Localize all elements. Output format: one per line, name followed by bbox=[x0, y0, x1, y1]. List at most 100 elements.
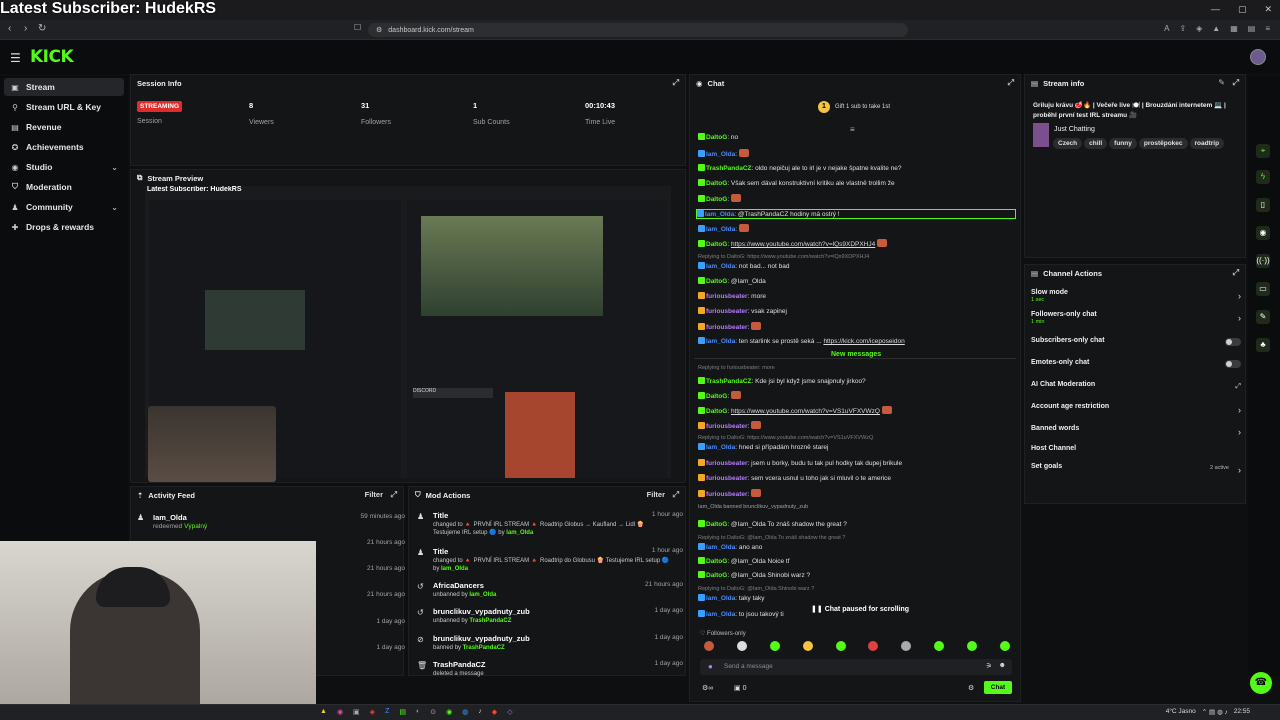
toggle-switch[interactable] bbox=[1225, 360, 1241, 368]
popout-icon[interactable]: ⤢ bbox=[1008, 78, 1014, 88]
emote-icon[interactable] bbox=[901, 641, 912, 651]
stream-tag[interactable]: roadtrip bbox=[1189, 138, 1225, 149]
taskbar-app-icon[interactable]: Z bbox=[385, 708, 389, 716]
chat-username[interactable]: Iam_Olda bbox=[706, 444, 735, 451]
dock-chat-icon[interactable]: ◉ bbox=[1256, 226, 1270, 240]
chat-username[interactable]: furiousbeater bbox=[706, 324, 748, 331]
channel-action-set-goals[interactable]: Set goals 2 active › bbox=[1031, 463, 1241, 481]
chat-message[interactable]: DaltoG: Však sem dával konstruktivní kri… bbox=[698, 179, 1016, 187]
chat-link[interactable]: https://www.youtube.com/watch?v=VS1uVFXV… bbox=[731, 408, 880, 415]
popout-icon[interactable]: ⤢ bbox=[391, 490, 397, 500]
rewards-icon[interactable]: ▲ bbox=[1212, 24, 1220, 33]
smiley-icon[interactable]: ☻ bbox=[999, 662, 1006, 669]
extensions-icon[interactable]: ▦ bbox=[1230, 24, 1238, 33]
sidebar-item-achievements[interactable]: ✪ Achievements bbox=[4, 138, 124, 156]
chat-message[interactable]: TrashPandaCZ: Kde jsi byl když jsme snaj… bbox=[698, 377, 1016, 385]
filter-button[interactable]: Filter bbox=[365, 490, 383, 499]
emote-icon[interactable] bbox=[736, 641, 747, 651]
chat-username[interactable]: DaltoG bbox=[706, 134, 727, 141]
chat-message[interactable]: furiousbeater: bbox=[698, 489, 1016, 498]
bookmark-icon[interactable]: ☐ bbox=[354, 23, 361, 32]
close-icon[interactable]: ✕ bbox=[1264, 4, 1272, 15]
chat-message[interactable]: DaltoG: bbox=[698, 194, 1016, 203]
sidebar-item-stream[interactable]: ▣ Stream bbox=[4, 78, 124, 96]
maximize-icon[interactable]: ▢ bbox=[1238, 4, 1247, 15]
dock-camera-icon[interactable]: ⌖ bbox=[1256, 144, 1270, 158]
wallet-icon[interactable]: ▤ bbox=[1248, 24, 1256, 33]
channel-action-ai-chat-moderation[interactable]: AI Chat Moderation ⤢ bbox=[1031, 381, 1241, 399]
clock-text[interactable]: 22:55 bbox=[1234, 708, 1250, 716]
chat-message[interactable]: furiousbeater: bbox=[698, 322, 1016, 331]
taskbar-app-icon[interactable]: ◇ bbox=[507, 708, 512, 716]
taskbar-app-icon[interactable]: ▲ bbox=[320, 708, 327, 716]
popout-icon[interactable]: ⤢ bbox=[673, 490, 679, 500]
chat-username[interactable]: Iam_Olda bbox=[706, 338, 735, 345]
chat-message[interactable]: furiousbeater: jsem u borky, budu tu tak… bbox=[698, 459, 1016, 467]
translate-icon[interactable]: A bbox=[1164, 24, 1169, 33]
site-info-icon[interactable]: ⚙ bbox=[376, 26, 382, 34]
chat-username[interactable]: DaltoG bbox=[706, 558, 727, 565]
chat-message[interactable]: Iam_Olda: taky taky bbox=[698, 594, 1016, 602]
hamburger-menu-icon[interactable]: ☰ bbox=[10, 51, 21, 65]
dock-broadcast-icon[interactable]: ((·)) bbox=[1256, 254, 1270, 268]
chat-username[interactable]: furiousbeater bbox=[706, 308, 748, 315]
chat-username[interactable]: DaltoG bbox=[706, 180, 727, 187]
stream-tag[interactable]: chill bbox=[1084, 138, 1108, 149]
address-bar[interactable]: ⚙ dashboard.kick.com/stream bbox=[368, 23, 908, 37]
chat-message[interactable]: DaltoG: @Iam_Olda To znáš shadow the gre… bbox=[698, 520, 1016, 528]
chat-username[interactable]: TrashPandaCZ bbox=[706, 378, 752, 385]
chat-message[interactable]: Iam_Olda: hned si případám hrozně starej bbox=[698, 443, 1016, 451]
chat-username[interactable]: Iam_Olda bbox=[706, 226, 735, 233]
chat-username[interactable]: Iam_Olda bbox=[706, 263, 735, 270]
sidebar-item-drops-rewards[interactable]: ✚ Drops & rewards bbox=[4, 218, 124, 236]
emote-icon[interactable] bbox=[704, 641, 714, 651]
chat-username[interactable]: furiousbeater bbox=[706, 475, 748, 482]
chat-link[interactable]: https://kick.com/iceposeidon bbox=[823, 338, 904, 345]
chat-message[interactable]: DaltoG: @Iam_Olda bbox=[698, 277, 1016, 285]
sidebar-item-revenue[interactable]: ▤ Revenue bbox=[4, 118, 124, 136]
chat-message[interactable]: Iam_Olda: ten starlink se prostě seká ..… bbox=[698, 337, 1016, 345]
menu-icon[interactable]: ≡ bbox=[1265, 24, 1270, 33]
taskbar-app-icon[interactable]: ◆ bbox=[492, 708, 497, 716]
filter-button[interactable]: Filter bbox=[647, 490, 665, 499]
channel-action-slow-mode[interactable]: Slow mode 1 sec › bbox=[1031, 289, 1241, 307]
chat-link[interactable]: https://www.youtube.com/watch?v=lQs9XDPX… bbox=[731, 241, 875, 248]
chat-username[interactable]: DaltoG bbox=[706, 278, 727, 285]
channel-action-emotes-only-chat[interactable]: Emotes-only chat bbox=[1031, 359, 1241, 377]
help-chat-button[interactable]: ☎ bbox=[1250, 672, 1272, 694]
minimize-icon[interactable]: — bbox=[1211, 4, 1220, 15]
emote-icon[interactable] bbox=[802, 641, 813, 651]
chat-username[interactable]: Iam_Olda bbox=[706, 611, 735, 618]
channel-action-subscribers-only-chat[interactable]: Subscribers-only chat bbox=[1031, 337, 1241, 355]
chat-username[interactable]: furiousbeater bbox=[706, 491, 748, 498]
chat-username[interactable]: DaltoG bbox=[706, 196, 727, 203]
back-icon[interactable]: ‹ bbox=[8, 23, 11, 34]
chat-username[interactable]: furiousbeater bbox=[706, 423, 748, 430]
chat-message[interactable]: Iam_Olda: bbox=[698, 224, 1016, 233]
chat-message[interactable]: furiousbeater: sem vcera usnul u toho ja… bbox=[698, 474, 1016, 482]
gift-sub-banner[interactable]: 1 Gift 1 sub to take 1st bbox=[818, 101, 890, 113]
popout-icon[interactable]: ⤢ bbox=[673, 78, 679, 88]
emote-icon[interactable] bbox=[868, 641, 879, 651]
taskbar-app-icon[interactable]: ◍ bbox=[462, 708, 468, 716]
taskbar-app-icon[interactable]: ⊙ bbox=[430, 708, 436, 716]
chat-message[interactable]: furiousbeater: more bbox=[698, 292, 1016, 300]
chat-username[interactable]: Iam_Olda bbox=[706, 151, 735, 158]
sidebar-item-community[interactable]: ♟ Community ⌄ bbox=[4, 198, 124, 216]
weather-text[interactable]: 4°C Jasno bbox=[1166, 708, 1196, 716]
taskbar-app-icon[interactable]: ◐ bbox=[416, 708, 420, 716]
stream-tag[interactable]: prostěpokec bbox=[1138, 138, 1188, 149]
dock-tools-icon[interactable]: ✎ bbox=[1256, 310, 1270, 324]
forward-icon[interactable]: › bbox=[24, 23, 27, 34]
emote-picker-icon[interactable]: ● bbox=[708, 662, 713, 671]
chat-paused-notice[interactable]: ❚❚ Chat paused for scrolling bbox=[808, 605, 913, 613]
chat-input[interactable]: ● Send a message ⚞ ☻ bbox=[700, 659, 1012, 675]
emote-icon[interactable] bbox=[835, 641, 846, 651]
kick-emote-icon[interactable]: ⚞ bbox=[986, 662, 992, 670]
chat-username[interactable]: Iam_Olda bbox=[706, 595, 735, 602]
sidebar-item-stream-url-key[interactable]: ⚲ Stream URL & Key bbox=[4, 98, 124, 116]
chat-message[interactable]: DaltoG: no bbox=[698, 133, 1016, 141]
chat-username[interactable]: DaltoG bbox=[706, 393, 727, 400]
taskbar-app-icon[interactable]: ▣ bbox=[353, 708, 360, 716]
dock-window-icon[interactable]: ▭ bbox=[1256, 282, 1270, 296]
